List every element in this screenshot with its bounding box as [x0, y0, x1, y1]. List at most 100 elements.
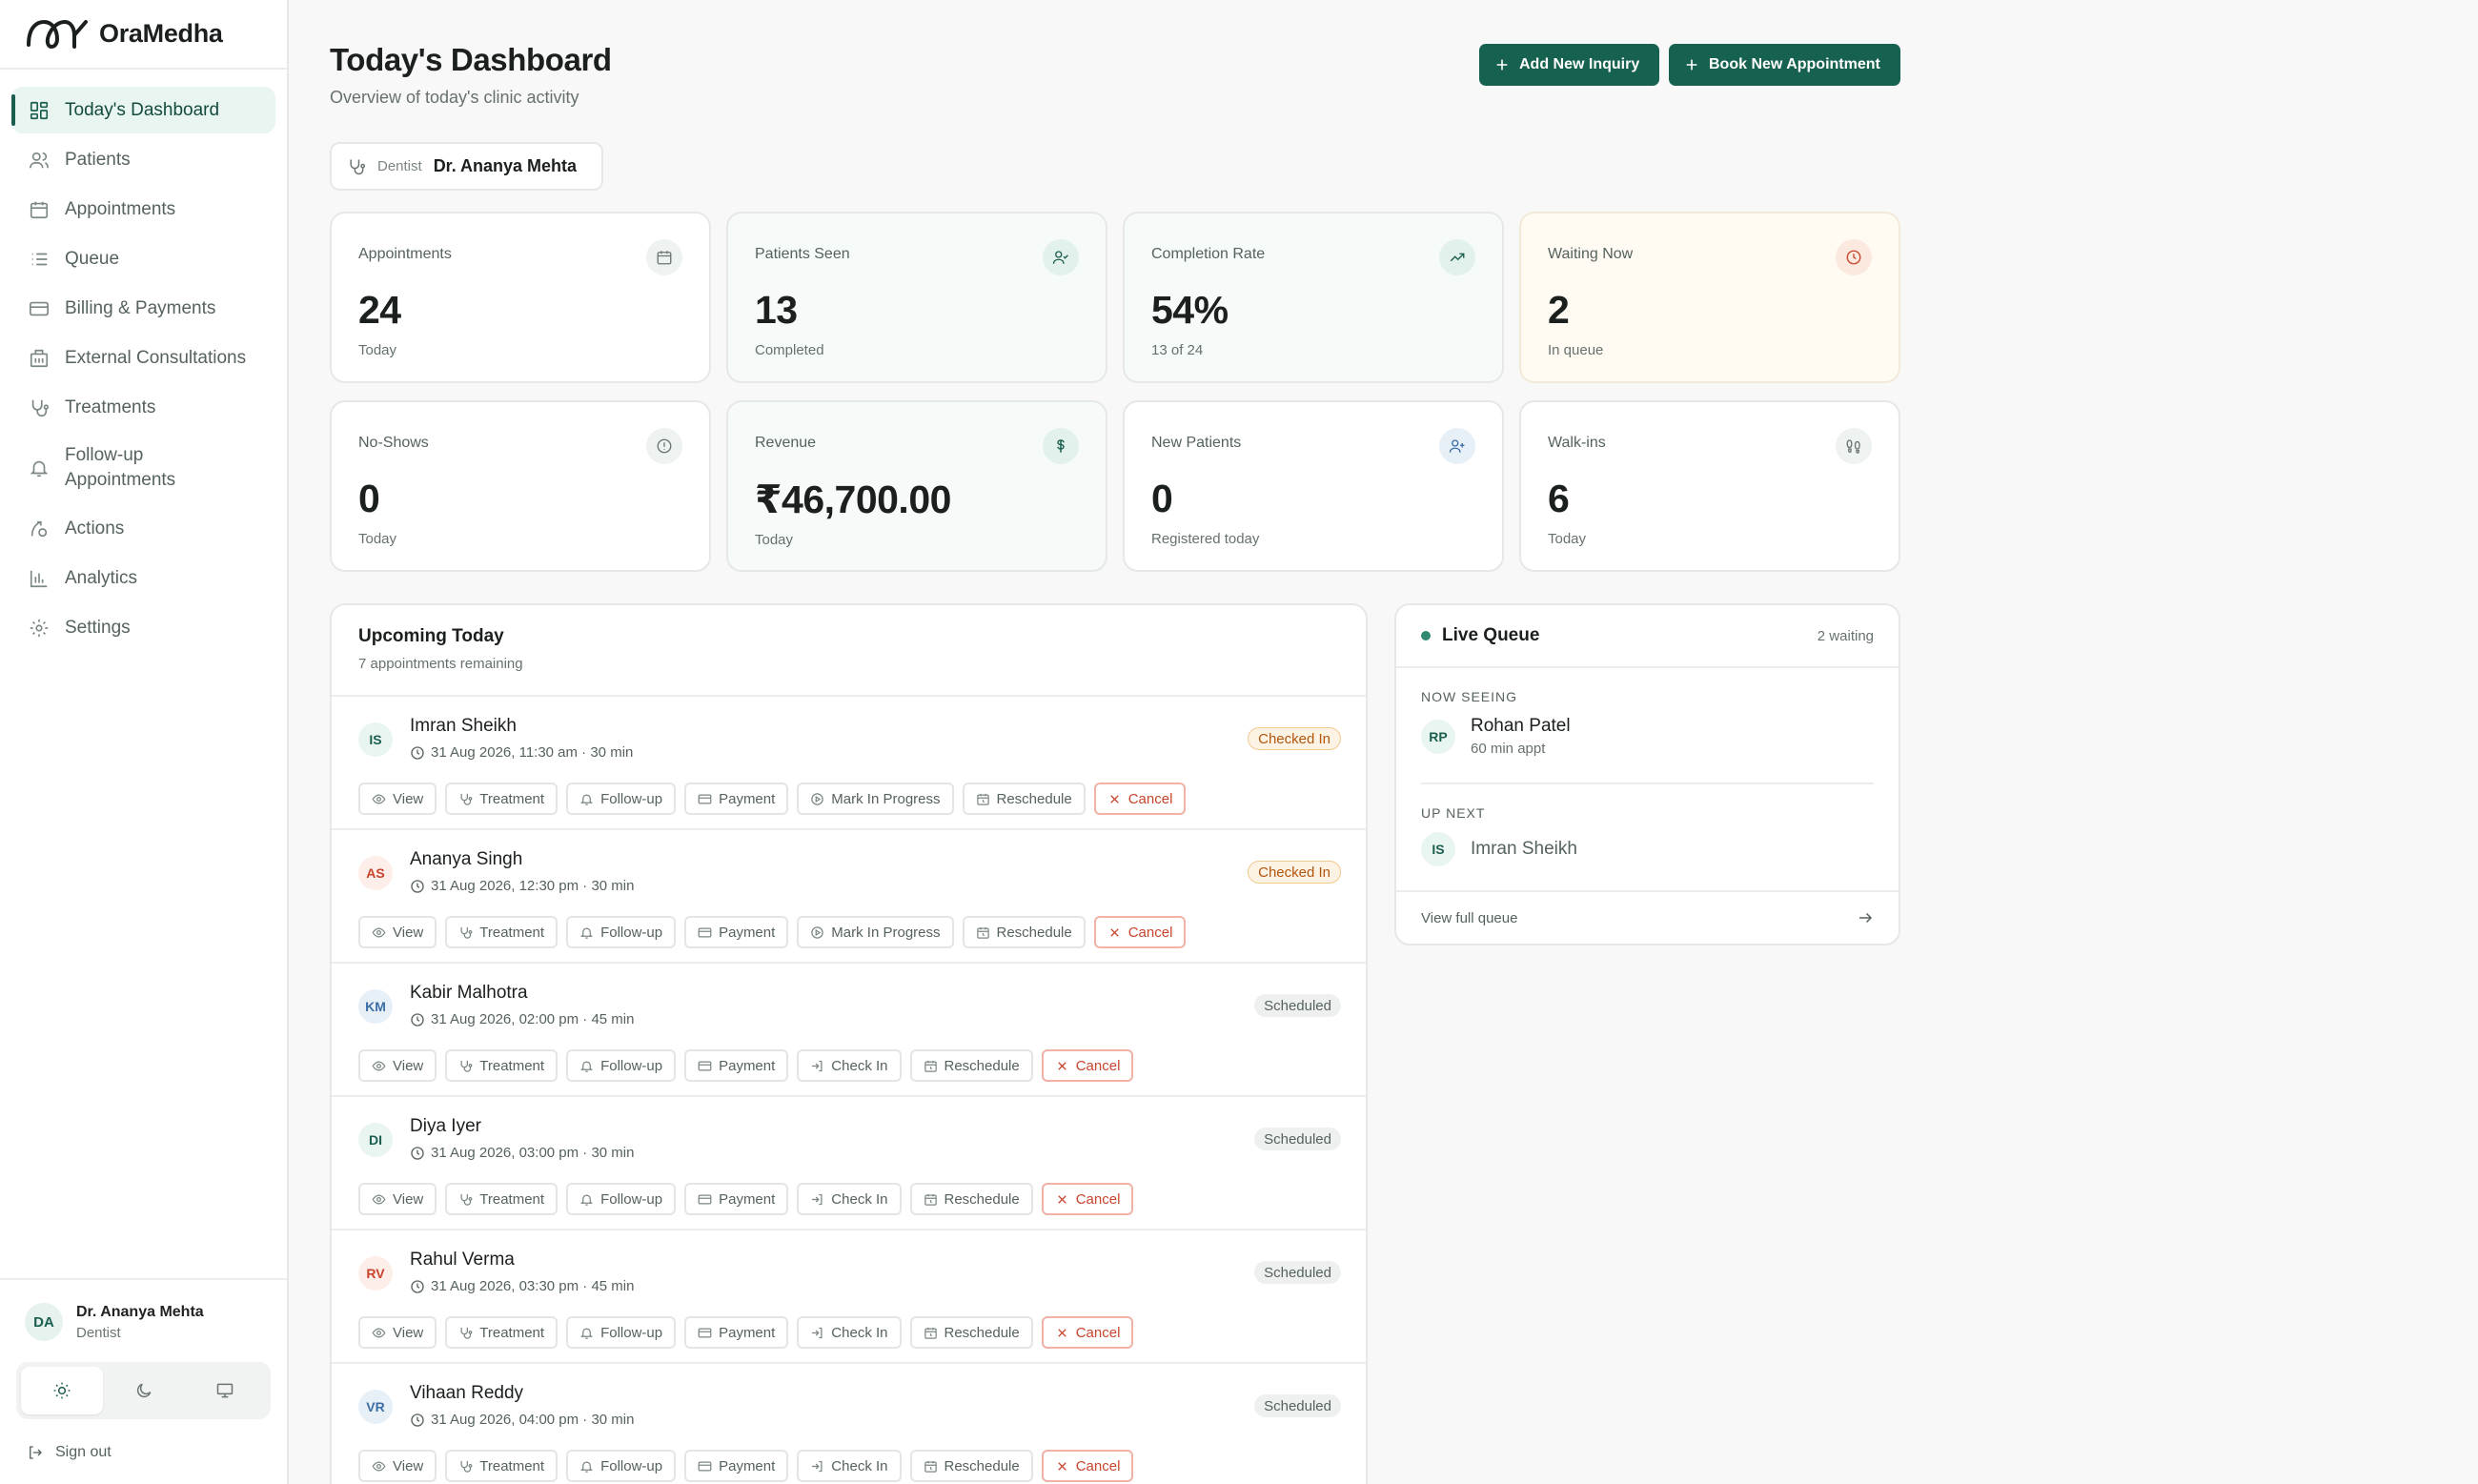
view-button[interactable]: View [358, 1183, 437, 1215]
cancel-button[interactable]: Cancel [1041, 1049, 1134, 1082]
patient-name[interactable]: Kabir Malhotra [410, 983, 528, 1004]
theme-light-button[interactable] [21, 1367, 103, 1414]
check-in-button[interactable]: Check In [797, 1183, 902, 1215]
mark-in-progress-button[interactable]: Mark In Progress [797, 783, 954, 815]
view-button[interactable]: View [358, 1316, 437, 1349]
view-full-queue-link[interactable]: View full queue [1396, 890, 1899, 944]
payment-button[interactable]: Payment [684, 783, 789, 815]
card-icon [698, 1192, 712, 1207]
patient-name[interactable]: Rahul Verma [410, 1250, 515, 1271]
up-next-patient[interactable]: IS Imran Sheikh [1421, 832, 1874, 866]
reschedule-button[interactable]: Reschedule [962, 916, 1086, 948]
check-in-button[interactable]: Check In [797, 1316, 902, 1349]
clock-icon [410, 879, 425, 894]
check-in-button[interactable]: Check In [797, 1049, 902, 1082]
page-title: Today's Dashboard [330, 42, 612, 77]
theme-dark-button[interactable] [103, 1367, 185, 1414]
dentist-selector[interactable]: Dentist Dr. Ananya Mehta [330, 142, 603, 191]
follow-up-button[interactable]: Follow-up [566, 1450, 677, 1482]
up-next-label: UP NEXT [1421, 805, 1486, 821]
check-in-button[interactable]: Check In [797, 1450, 902, 1482]
view-button[interactable]: View [358, 1450, 437, 1482]
sidebar-item-analytics[interactable]: Analytics [11, 555, 275, 601]
sidebar-item-appointments[interactable]: Appointments [11, 186, 275, 233]
cancel-button[interactable]: Cancel [1041, 1183, 1134, 1215]
stat-value: 0 [358, 477, 380, 520]
add-inquiry-button[interactable]: Add New Inquiry [1479, 44, 1659, 86]
mark-in-progress-button[interactable]: Mark In Progress [797, 916, 954, 948]
add-inquiry-label: Add New Inquiry [1519, 56, 1640, 72]
treatment-button[interactable]: Treatment [445, 1450, 559, 1482]
sidebar-footer: DA Dr. Ananya Mehta Dentist Sign out [0, 1278, 287, 1484]
status-badge: Scheduled [1254, 1261, 1341, 1284]
cancel-button[interactable]: Cancel [1093, 783, 1187, 815]
patient-name[interactable]: Ananya Singh [410, 849, 522, 870]
payment-button[interactable]: Payment [684, 1183, 789, 1215]
appointment-time-text: 31 Aug 2026, 04:00 pm · 30 min [431, 1412, 635, 1428]
user-name: Dr. Ananya Mehta [76, 1303, 204, 1320]
sidebar-item-dashboard[interactable]: Today's Dashboard [11, 87, 275, 133]
treatment-label: Treatment [479, 1057, 545, 1074]
payment-button[interactable]: Payment [684, 916, 789, 948]
sidebar-item-settings[interactable]: Settings [11, 604, 275, 651]
eye-icon [372, 1192, 386, 1207]
calendar-clock-icon [976, 792, 990, 806]
actions-icon [29, 518, 50, 539]
cancel-button[interactable]: Cancel [1041, 1450, 1134, 1482]
treatment-button[interactable]: Treatment [445, 1183, 559, 1215]
user-profile[interactable]: DA Dr. Ananya Mehta Dentist [0, 1280, 287, 1341]
follow-up-button[interactable]: Follow-up [566, 1183, 677, 1215]
reschedule-button[interactable]: Reschedule [909, 1183, 1033, 1215]
sidebar: OraMedha Today's Dashboard Patients Appo… [0, 0, 289, 1484]
book-appointment-button[interactable]: Book New Appointment [1669, 44, 1900, 86]
cancel-button[interactable]: Cancel [1041, 1316, 1134, 1349]
follow-up-button[interactable]: Follow-up [566, 916, 677, 948]
sidebar-item-label: Actions [65, 518, 125, 539]
dentist-label: Dentist [377, 158, 422, 174]
cancel-button[interactable]: Cancel [1093, 916, 1187, 948]
patient-name[interactable]: Diya Iyer [410, 1116, 481, 1137]
reschedule-button[interactable]: Reschedule [909, 1049, 1033, 1082]
view-button[interactable]: View [358, 916, 437, 948]
view-button[interactable]: View [358, 783, 437, 815]
patient-name[interactable]: Imran Sheikh [410, 716, 517, 737]
payment-button[interactable]: Payment [684, 1049, 789, 1082]
sun-icon [52, 1381, 71, 1400]
signout-button[interactable]: Sign out [0, 1419, 287, 1461]
sidebar-item-follow-up[interactable]: Follow-up Appointments [11, 434, 275, 502]
view-button[interactable]: View [358, 1049, 437, 1082]
sidebar-item-external-consultations[interactable]: External Consultations [11, 335, 275, 381]
follow-up-button[interactable]: Follow-up [566, 1316, 677, 1349]
reschedule-button[interactable]: Reschedule [909, 1316, 1033, 1349]
follow-up-button[interactable]: Follow-up [566, 1049, 677, 1082]
stat-sub: Completed [755, 342, 824, 358]
sidebar-item-queue[interactable]: Queue [11, 235, 275, 282]
stat-sub: Today [358, 342, 397, 358]
reschedule-button[interactable]: Reschedule [909, 1450, 1033, 1482]
follow-up-button[interactable]: Follow-up [566, 783, 677, 815]
patient-name[interactable]: Vihaan Reddy [410, 1383, 523, 1404]
appointment-row: RV Rahul Verma 31 Aug 2026, 03:30 pm · 4… [332, 1230, 1366, 1364]
reschedule-button[interactable]: Reschedule [962, 783, 1086, 815]
treatment-button[interactable]: Treatment [445, 1049, 559, 1082]
sidebar-item-billing[interactable]: Billing & Payments [11, 285, 275, 332]
payment-button[interactable]: Payment [684, 1450, 789, 1482]
treatment-button[interactable]: Treatment [445, 916, 559, 948]
sidebar-item-actions[interactable]: Actions [11, 505, 275, 552]
sidebar-item-treatments[interactable]: Treatments [11, 384, 275, 431]
appointment-time: 31 Aug 2026, 12:30 pm · 30 min [410, 878, 634, 894]
upcoming-panel: Upcoming Today 7 appointments remaining … [330, 603, 1368, 1484]
stat-card-revenue: Revenue ₹46,700.00 Today [726, 400, 1107, 572]
sidebar-item-patients[interactable]: Patients [11, 136, 275, 183]
payment-button[interactable]: Payment [684, 1316, 789, 1349]
status-badge: Scheduled [1254, 994, 1341, 1017]
sidebar-item-label: Billing & Payments [65, 297, 216, 318]
treatment-button[interactable]: Treatment [445, 1316, 559, 1349]
building-icon [29, 348, 50, 369]
reschedule-label: Reschedule [996, 924, 1072, 941]
treatment-button[interactable]: Treatment [445, 783, 559, 815]
brand[interactable]: OraMedha [0, 0, 287, 70]
clock-icon [1836, 239, 1872, 275]
now-seeing-patient[interactable]: RP Rohan Patel 60 min appt [1421, 716, 1874, 757]
theme-system-button[interactable] [184, 1367, 266, 1414]
